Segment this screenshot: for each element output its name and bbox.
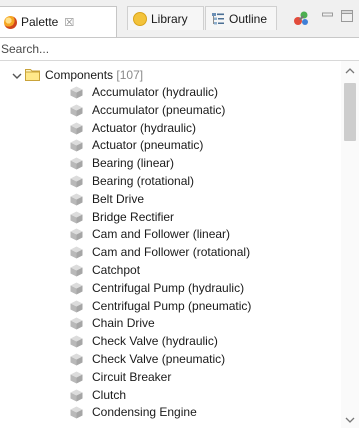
list-item-label: Actuator (pneumatic) (92, 138, 204, 153)
list-item[interactable]: Centrifugal Pump (pneumatic) (0, 298, 340, 316)
list-item-label: Accumulator (hydraulic) (92, 85, 219, 99)
tab-outline-label: Outline (229, 11, 268, 26)
list-item[interactable]: Clutch (0, 387, 340, 405)
list-item-label: Check Valve (pneumatic) (92, 351, 226, 366)
component-cube-icon (70, 228, 83, 241)
link-with-editor-icon[interactable] (293, 10, 310, 27)
list-item[interactable]: Condensing Engine (0, 404, 340, 422)
list-item[interactable]: Accumulator (pneumatic) (0, 102, 340, 120)
list-item-label: Actuator (hydraulic) (92, 120, 197, 135)
list-item[interactable]: Chain Drive (0, 315, 340, 333)
list-item-label: Condensing Engine (92, 405, 197, 420)
tab-palette[interactable]: Palette ☒ (0, 6, 117, 37)
component-cube-icon (70, 317, 83, 330)
scrollbar-thumb[interactable] (344, 83, 356, 141)
tree-root-name: Components (45, 68, 114, 82)
component-cube-icon (70, 193, 83, 206)
list-item[interactable]: Cam and Follower (rotational) (0, 244, 340, 262)
folder-icon (25, 69, 40, 81)
component-cube-icon (70, 86, 83, 99)
list-item[interactable]: Cam and Follower (linear) (0, 226, 340, 244)
list-item[interactable]: Actuator (pneumatic) (0, 137, 340, 155)
list-item-label: Chain Drive (92, 316, 155, 331)
search-bar (0, 37, 359, 61)
list-item-label: Cam and Follower (linear) (92, 227, 231, 242)
list-item-label: Accumulator (pneumatic) (92, 102, 226, 117)
component-cube-icon (70, 139, 83, 152)
list-item[interactable]: Check Valve (pneumatic) (0, 351, 340, 369)
outline-icon (212, 12, 224, 24)
tree-root-components[interactable]: Components [107] (0, 67, 330, 84)
component-cube-icon (70, 264, 83, 277)
list-item-label: Centrifugal Pump (hydraulic) (92, 280, 245, 295)
list-item[interactable]: Bridge Rectifier (0, 209, 340, 227)
component-cube-icon (70, 282, 83, 295)
component-cube-icon (70, 335, 83, 348)
tab-palette-label: Palette (21, 15, 59, 29)
component-cube-icon (70, 122, 83, 135)
list-item-label: Circuit Breaker (92, 369, 172, 384)
palette-icon (4, 15, 17, 29)
component-cube-icon (70, 104, 83, 117)
list-item-label: Catchpot (92, 262, 141, 277)
list-item[interactable]: Centrifugal Pump (hydraulic) (0, 280, 340, 298)
list-item[interactable]: Bearing (rotational) (0, 173, 340, 191)
component-cube-icon (70, 406, 83, 419)
component-cube-icon (70, 246, 83, 259)
list-item-label: Bridge Rectifier (92, 209, 175, 224)
component-cube-icon (70, 371, 83, 384)
component-cube-icon (70, 300, 83, 313)
list-item[interactable]: Catchpot (0, 262, 340, 280)
tab-library-label: Library (151, 11, 188, 26)
component-cube-icon (70, 389, 83, 402)
list-item-label: Bearing (rotational) (92, 173, 195, 188)
list-item-label: Centrifugal Pump (pneumatic) (92, 298, 252, 313)
component-cube-icon (70, 157, 83, 170)
list-item-label: Check Valve (hydraulic) (92, 334, 218, 349)
list-item-label: Cam and Follower (rotational) (92, 245, 251, 260)
component-cube-icon (70, 175, 83, 188)
library-icon (133, 11, 147, 26)
close-icon[interactable]: ☒ (64, 16, 74, 29)
chevron-down-icon[interactable] (12, 72, 22, 80)
component-count: [107] (116, 68, 144, 82)
tab-outline[interactable]: Outline (205, 6, 277, 30)
list-item-label: Bearing (linear) (92, 156, 175, 171)
list-item-label: Belt Drive (92, 191, 145, 206)
view-tab-bar: Palette ☒ Library Outline (0, 0, 359, 37)
tab-library[interactable]: Library (127, 6, 204, 30)
component-cube-icon (70, 211, 83, 224)
scroll-up-arrow-icon[interactable] (345, 67, 355, 75)
scroll-down-arrow-icon[interactable] (345, 416, 355, 424)
list-item[interactable]: Bearing (linear) (0, 155, 340, 173)
list-item[interactable]: Circuit Breaker (0, 369, 340, 387)
component-list: Accumulator (hydraulic) Accumulator (pneu… (0, 84, 340, 422)
maximize-icon[interactable] (341, 10, 353, 22)
list-item[interactable]: Belt Drive (0, 191, 340, 209)
list-item[interactable]: Check Valve (hydraulic) (0, 333, 340, 351)
search-input[interactable] (0, 38, 341, 60)
list-item[interactable]: Actuator (hydraulic) (0, 120, 340, 138)
vertical-scrollbar[interactable] (341, 61, 359, 428)
list-item-label: Clutch (92, 387, 127, 402)
minimize-icon[interactable] (322, 10, 333, 20)
list-item[interactable]: Accumulator (hydraulic) (0, 84, 340, 102)
tree-root-label: Components [107] (45, 68, 143, 82)
component-cube-icon (70, 353, 83, 366)
component-tree: Components [107] Accumulator (hydraulic)… (0, 61, 359, 428)
